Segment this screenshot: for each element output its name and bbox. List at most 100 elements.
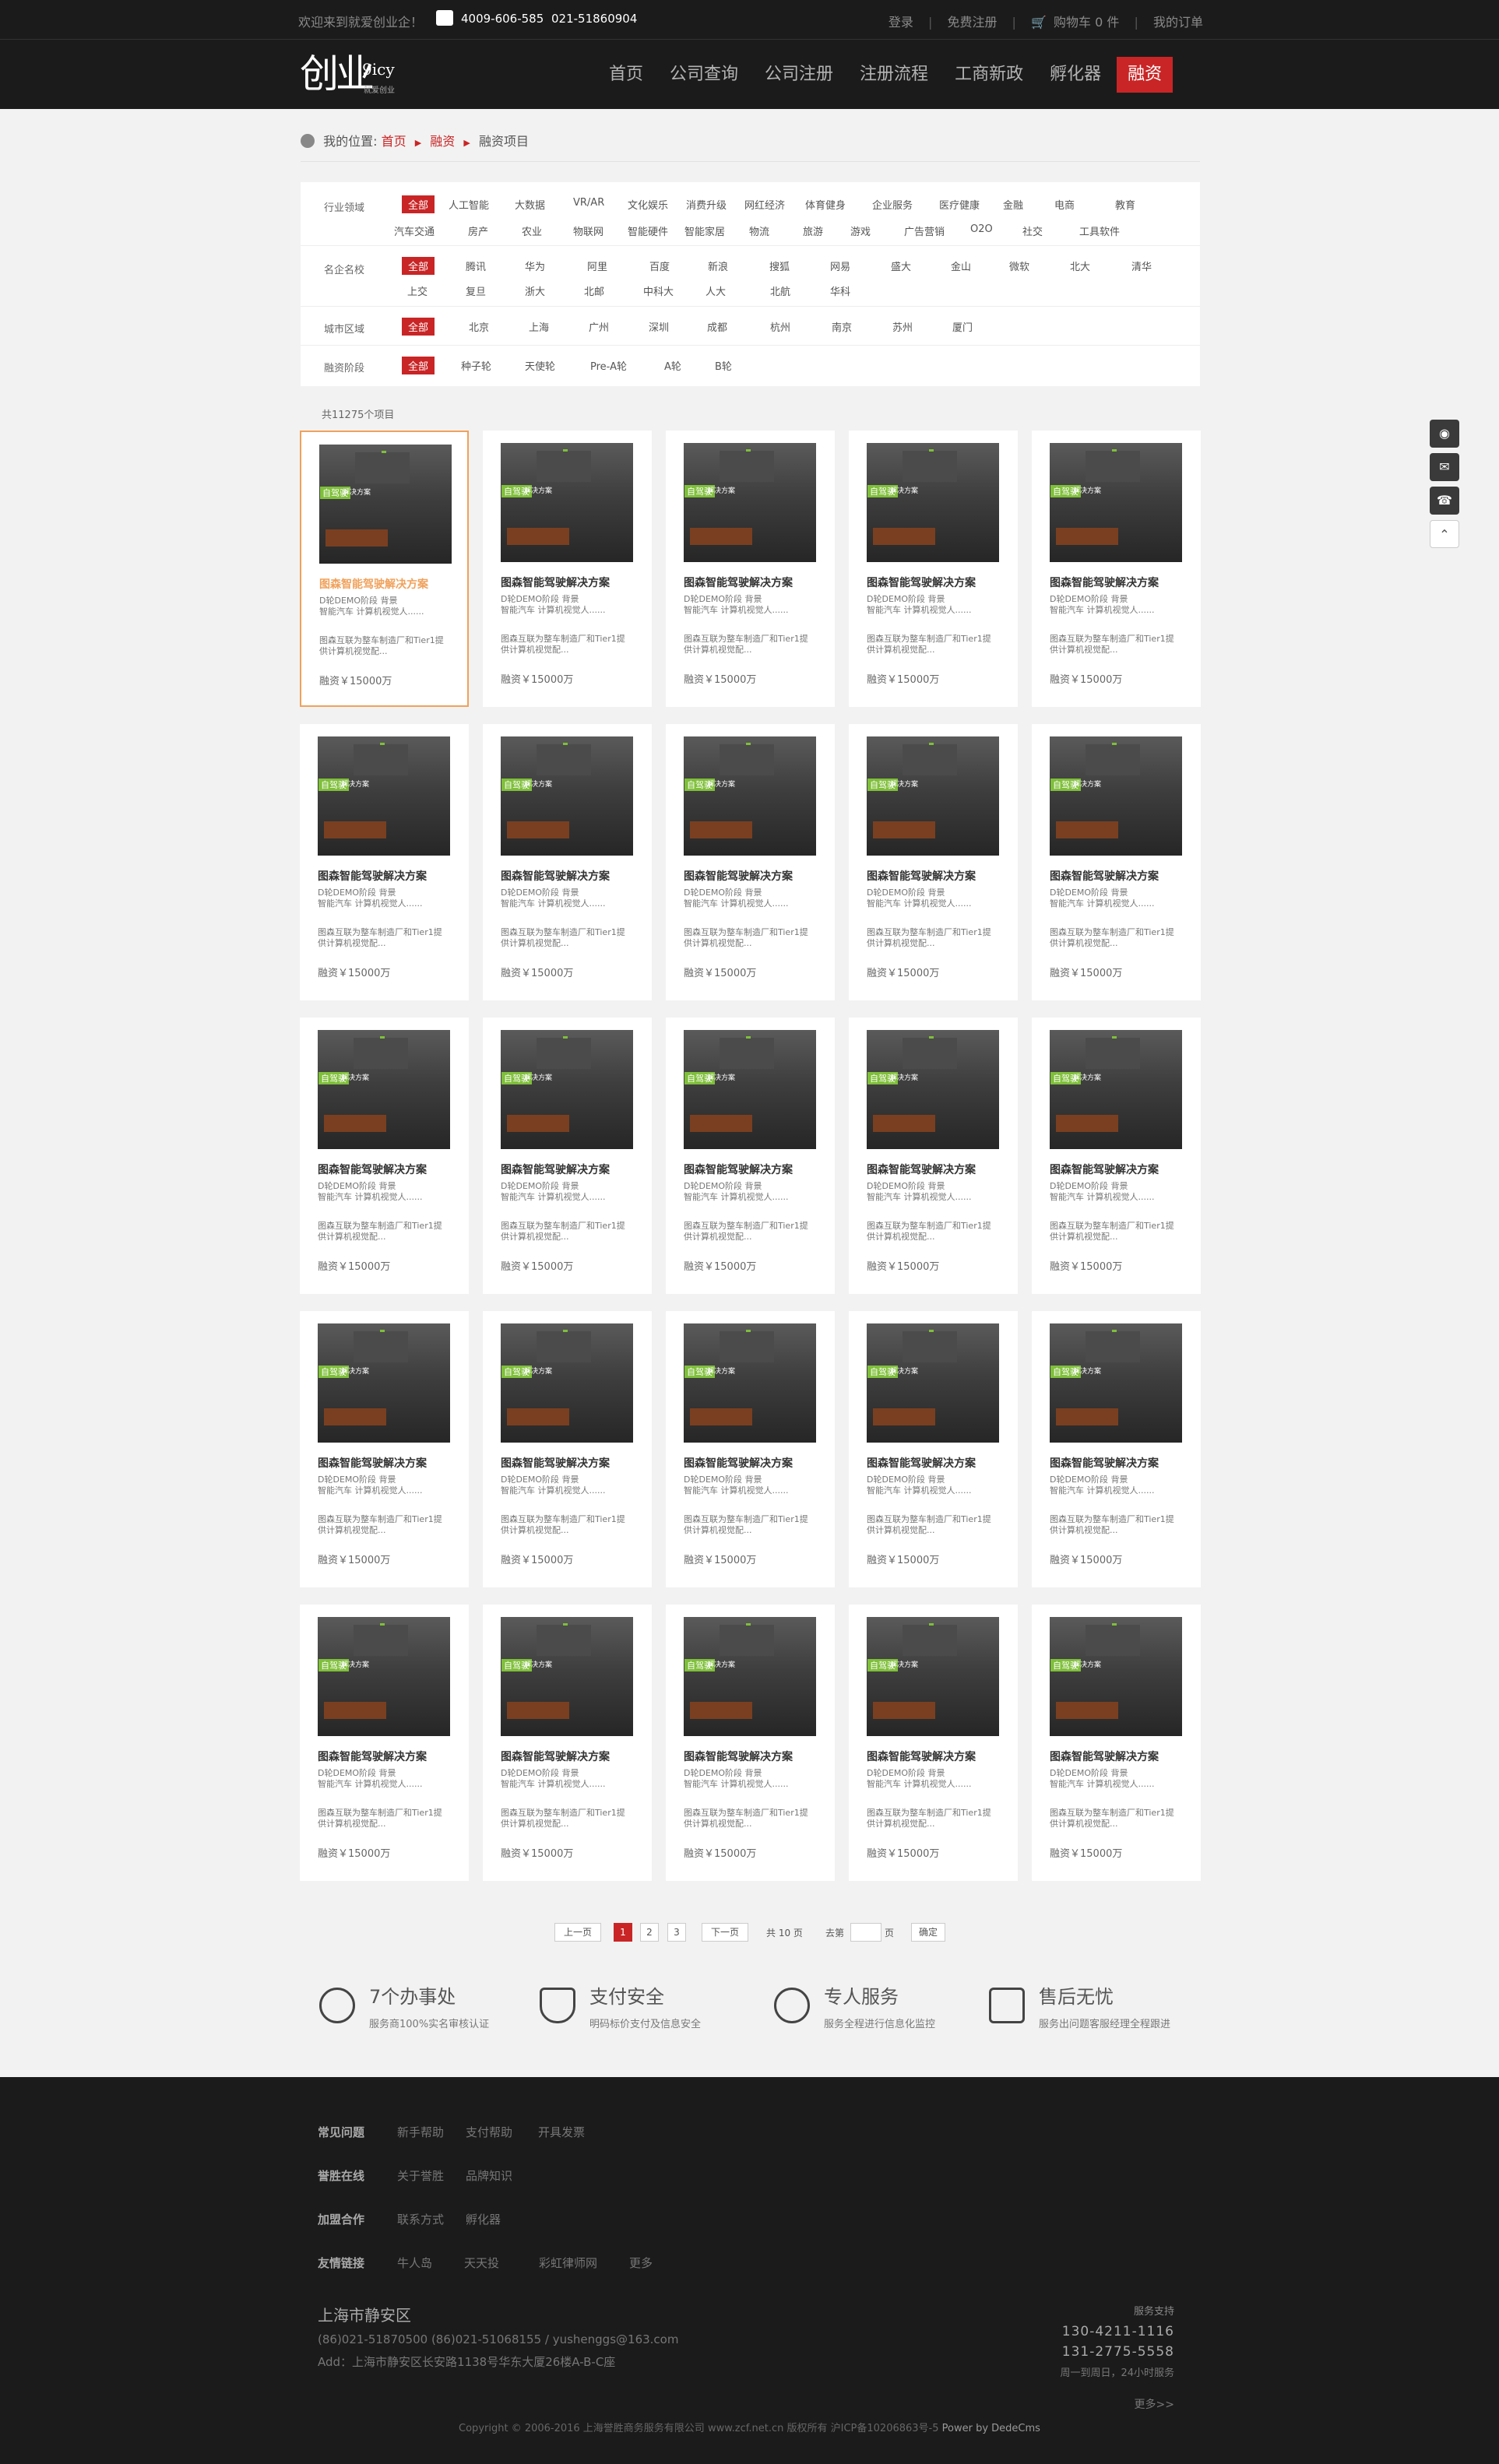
project-title[interactable]: 图森智能驾驶解决方案 [684,1749,793,1764]
project-title[interactable]: 图森智能驾驶解决方案 [684,1162,793,1177]
filter-option-stage[interactable]: 种子轮 [461,358,491,373]
project-image[interactable]: 自驾驶 解决方案 [501,1030,633,1149]
filter-option-city[interactable]: 苏州 [892,319,913,334]
filter-option-company[interactable]: 上交 [407,283,428,298]
filter-option-stage[interactable]: A轮 [664,358,681,373]
project-card[interactable]: 自驾驶 解决方案 图森智能驾驶解决方案 D轮DEMO阶段 背景 智能汽车 计算机视觉人.… [849,1605,1018,1881]
filter-option-industry[interactable]: 物联网 [573,223,603,238]
filter-option-company[interactable]: 微软 [1009,258,1029,273]
filter-option-company[interactable]: 清华 [1131,258,1152,273]
project-image[interactable]: 自驾驶 解决方案 [867,1617,999,1736]
project-title[interactable]: 图森智能驾驶解决方案 [501,1749,610,1764]
project-title[interactable]: 图森智能驾驶解决方案 [501,1455,610,1471]
filter-option-city[interactable]: 上海 [529,319,549,334]
footer-link[interactable]: 天天投 [464,2255,499,2271]
filter-option-company[interactable]: 全部 [402,257,435,275]
filter-option-industry[interactable]: 医疗健康 [939,197,980,212]
filter-option-industry[interactable]: 房产 [468,223,488,238]
project-image[interactable]: 自驾驶 解决方案 [867,1323,999,1443]
filter-option-company[interactable]: 金山 [951,258,971,273]
project-card[interactable]: 自驾驶 解决方案 图森智能驾驶解决方案 D轮DEMO阶段 背景 智能汽车 计算机视觉人.… [666,431,835,707]
project-card[interactable]: 自驾驶 解决方案 图森智能驾驶解决方案 D轮DEMO阶段 背景 智能汽车 计算机视觉人.… [849,431,1018,707]
filter-option-company[interactable]: 北邮 [584,283,604,298]
filter-option-industry[interactable]: 农业 [522,223,542,238]
project-card[interactable]: 自驾驶 解决方案 图森智能驾驶解决方案 D轮DEMO阶段 背景 智能汽车 计算机视觉人.… [849,724,1018,1000]
filter-option-industry[interactable]: O2O [970,223,993,235]
project-image[interactable]: 自驾驶 解决方案 [501,1617,633,1736]
project-image[interactable]: 自驾驶 解决方案 [1050,1030,1182,1149]
filter-option-industry[interactable]: 文化娱乐 [628,197,668,212]
qq-icon[interactable]: ◉ [1430,420,1459,448]
project-image[interactable]: 自驾驶 解决方案 [684,736,816,856]
project-image[interactable]: 自驾驶 解决方案 [684,1030,816,1149]
nav-incubator[interactable]: 孵化器 [1039,57,1112,93]
filter-option-industry[interactable]: 工具软件 [1079,223,1120,238]
footer-link[interactable]: 开具发票 [538,2124,585,2140]
filter-option-city[interactable]: 北京 [469,319,489,334]
project-image[interactable]: 自驾驶 解决方案 [684,1323,816,1443]
project-title[interactable]: 图森智能驾驶解决方案 [867,1749,976,1764]
filter-option-stage[interactable]: B轮 [715,358,732,373]
project-title[interactable]: 图森智能驾驶解决方案 [1050,868,1159,884]
project-title[interactable]: 图森智能驾驶解决方案 [318,868,427,884]
project-image[interactable]: 自驾驶 解决方案 [867,736,999,856]
project-title[interactable]: 图森智能驾驶解决方案 [501,868,610,884]
filter-option-industry[interactable]: 体育健身 [805,197,846,212]
project-title[interactable]: 图森智能驾驶解决方案 [684,868,793,884]
login-link[interactable]: 登录 [888,15,913,30]
project-card[interactable]: 自驾驶 解决方案 图森智能驾驶解决方案 D轮DEMO阶段 背景 智能汽车 计算机视觉人.… [1032,431,1201,707]
filter-option-company[interactable]: 百度 [649,258,670,273]
logo[interactable]: 创业 9icy 就爱创业 [300,51,409,97]
project-image[interactable]: 自驾驶 解决方案 [501,443,633,562]
filter-option-city[interactable]: 厦门 [952,319,973,334]
filter-option-industry[interactable]: 汽车交通 [394,223,435,238]
footer-link[interactable]: 更多 [629,2255,653,2271]
project-image[interactable]: 自驾驶 解决方案 [1050,443,1182,562]
project-title[interactable]: 图森智能驾驶解决方案 [1050,575,1159,590]
project-card[interactable]: 自驾驶 解决方案 图森智能驾驶解决方案 D轮DEMO阶段 背景 智能汽车 计算机视觉人.… [300,1311,469,1587]
project-image[interactable]: 自驾驶 解决方案 [1050,1617,1182,1736]
project-title[interactable]: 图森智能驾驶解决方案 [867,868,976,884]
filter-option-company[interactable]: 华科 [830,283,850,298]
phone-icon[interactable]: ☎ [1430,487,1459,515]
footer-link[interactable]: 彩虹律师网 [539,2255,597,2271]
filter-option-industry[interactable]: 消费升级 [686,197,727,212]
project-card[interactable]: 自驾驶 解决方案 图森智能驾驶解决方案 D轮DEMO阶段 背景 智能汽车 计算机视觉人.… [483,431,652,707]
filter-option-city[interactable]: 南京 [832,319,852,334]
project-title[interactable]: 图森智能驾驶解决方案 [1050,1455,1159,1471]
project-image[interactable]: 自驾驶 解决方案 [1050,1323,1182,1443]
project-image[interactable]: 自驾驶 解决方案 [318,1323,450,1443]
nav-company-register[interactable]: 公司注册 [754,57,844,93]
filter-option-city[interactable]: 深圳 [649,319,669,334]
project-title[interactable]: 图森智能驾驶解决方案 [1050,1749,1159,1764]
filter-option-city[interactable]: 全部 [402,318,435,336]
filter-option-industry[interactable]: 大数据 [515,197,545,212]
project-card[interactable]: 自驾驶 解决方案 图森智能驾驶解决方案 D轮DEMO阶段 背景 智能汽车 计算机视觉人.… [849,1311,1018,1587]
footer-link[interactable]: 联系方式 [397,2211,444,2227]
project-image[interactable]: 自驾驶 解决方案 [867,443,999,562]
project-title[interactable]: 图森智能驾驶解决方案 [318,1749,427,1764]
filter-option-industry[interactable]: 人工智能 [449,197,489,212]
project-title[interactable]: 图森智能驾驶解决方案 [318,1455,427,1471]
project-image[interactable]: 自驾驶 解决方案 [501,736,633,856]
project-card[interactable]: 自驾驶 解决方案 图森智能驾驶解决方案 D轮DEMO阶段 背景 智能汽车 计算机视觉人.… [300,724,469,1000]
project-image[interactable]: 自驾驶 解决方案 [684,1617,816,1736]
footer-link[interactable]: 品牌知识 [466,2167,512,2184]
back-to-top-icon[interactable]: ⌃ [1430,520,1459,548]
project-card[interactable]: 自驾驶 解决方案 图森智能驾驶解决方案 D轮DEMO阶段 背景 智能汽车 计算机视觉人.… [666,1605,835,1881]
project-title[interactable]: 图森智能驾驶解决方案 [684,575,793,590]
filter-option-city[interactable]: 杭州 [770,319,790,334]
project-title[interactable]: 图森智能驾驶解决方案 [501,1162,610,1177]
project-card[interactable]: 自驾驶 解决方案 图森智能驾驶解决方案 D轮DEMO阶段 背景 智能汽车 计算机视觉人.… [666,1018,835,1294]
filter-option-company[interactable]: 华为 [525,258,545,273]
nav-register-process[interactable]: 注册流程 [849,57,939,93]
footer-more-link[interactable]: 更多>> [1135,2396,1174,2412]
filter-option-stage[interactable]: Pre-A轮 [590,358,627,373]
footer-link[interactable]: 新手帮助 [397,2124,444,2140]
filter-option-industry[interactable]: 智能硬件 [628,223,668,238]
filter-option-company[interactable]: 腾讯 [466,258,486,273]
project-image[interactable]: 自驾驶 解决方案 [501,1323,633,1443]
project-card[interactable]: 自驾驶 解决方案 图森智能驾驶解决方案 D轮DEMO阶段 背景 智能汽车 计算机视觉人.… [483,1311,652,1587]
project-card[interactable]: 自驾驶 解决方案 图森智能驾驶解决方案 D轮DEMO阶段 背景 智能汽车 计算机视觉人.… [1032,724,1201,1000]
filter-option-industry[interactable]: VR/AR [573,197,604,209]
